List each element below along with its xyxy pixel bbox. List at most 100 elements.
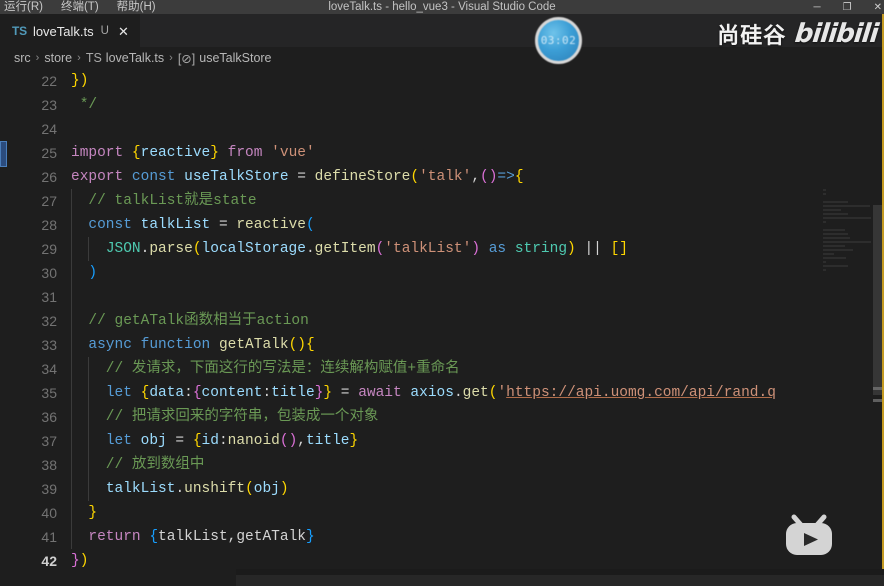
code-token: ' xyxy=(497,385,507,401)
breadcrumb-item-file[interactable]: loveTalk.ts xyxy=(106,51,164,65)
code-text: return {talkList,getATalk} xyxy=(71,525,314,549)
code-token: const xyxy=(88,217,141,233)
code-token: content xyxy=(201,385,263,401)
code-token: title xyxy=(305,433,350,449)
line-number: 24 xyxy=(41,121,57,137)
code-token: axios xyxy=(410,385,454,401)
code-token: { xyxy=(192,385,202,401)
code-line[interactable]: 34 // 发请求，下面这行的写法是：连续解构赋值+重命名 xyxy=(11,357,884,381)
minimap-line xyxy=(823,233,849,235)
code-text: let obj = {id:nanoid(),title} xyxy=(71,429,358,453)
code-token: await xyxy=(358,385,411,401)
minimap[interactable] xyxy=(821,69,873,569)
code-editor[interactable]: 22}) 23 */ 24 25 import {reactive} from 'vue… xyxy=(0,69,884,569)
code-line[interactable]: 26 export const useTalkStore = defineStor… xyxy=(11,165,884,189)
code-line[interactable]: 24 xyxy=(11,117,884,141)
code-token: async function xyxy=(88,337,219,353)
code-line[interactable]: 40 } xyxy=(11,501,884,525)
code-token: } xyxy=(71,553,80,569)
line-number: 32 xyxy=(41,313,57,329)
close-window-icon[interactable]: ✕ xyxy=(874,1,882,14)
code-text: ) xyxy=(71,261,97,285)
code-line[interactable]: 30 ) xyxy=(11,261,884,285)
close-icon[interactable]: ✕ xyxy=(118,25,129,38)
minimap-line xyxy=(823,209,841,211)
code-token: ) xyxy=(79,553,89,569)
code-text: // talkList就是state xyxy=(71,189,257,213)
code-line[interactable]: 23 */ xyxy=(11,93,884,117)
code-line[interactable]: 41 return {talkList,getATalk} xyxy=(11,525,884,549)
code-token: nanoid xyxy=(227,433,280,449)
code-line[interactable]: 29 JSON.parse(localStorage.getItem('talk… xyxy=(11,237,884,261)
line-number: 34 xyxy=(41,361,57,377)
window-title: loveTalk.ts - hello_vue3 - Visual Studio… xyxy=(328,1,556,13)
code-token: { xyxy=(149,529,159,545)
code-token: } xyxy=(323,385,333,401)
code-line[interactable]: 35 let {data:{content:title}} = await ax… xyxy=(11,381,884,405)
code-token: ( xyxy=(410,169,420,185)
code-token: { xyxy=(131,145,141,161)
code-token: export xyxy=(71,169,132,185)
minimap-line xyxy=(823,269,826,271)
code-token: 'vue' xyxy=(271,145,315,161)
code-token: } xyxy=(88,505,98,521)
line-number: 40 xyxy=(41,505,57,521)
code-token: . xyxy=(175,481,185,497)
code-token: getATalk xyxy=(218,337,289,353)
line-number: 35 xyxy=(41,385,57,401)
chevron-right-icon: › xyxy=(35,52,40,64)
code-line[interactable]: 33 async function getATalk(){ xyxy=(11,333,884,357)
minimize-icon[interactable]: ─ xyxy=(814,1,821,14)
code-token: import xyxy=(71,145,132,161)
code-line[interactable]: 37 let obj = {id:nanoid(),title} xyxy=(11,429,884,453)
window-title-bar: 运行(R) 终端(T) 帮助(H) loveTalk.ts - hello_vu… xyxy=(0,0,884,14)
code-token: getATalk xyxy=(236,529,306,545)
code-token: { xyxy=(192,433,202,449)
line-number: 26 xyxy=(41,169,57,185)
maximize-icon[interactable]: ❐ xyxy=(843,1,852,14)
window-controls[interactable]: ─ ❐ ✕ xyxy=(814,1,882,14)
indent-guide xyxy=(71,285,72,309)
symbol-constant-icon: [⊘] xyxy=(177,51,196,66)
code-line[interactable]: 39 talkList.unshift(obj) xyxy=(11,477,884,501)
code-line[interactable]: 38 // 放到数组中 xyxy=(11,453,884,477)
code-token: ) xyxy=(567,241,576,257)
breadcrumb-item-src[interactable]: src xyxy=(14,51,31,65)
code-token: get xyxy=(462,385,489,401)
code-token: . xyxy=(453,385,463,401)
code-line[interactable]: 31 xyxy=(11,285,884,309)
code-line[interactable]: 32 // getATalk函数相当于action xyxy=(11,309,884,333)
breadcrumb-item-symbol[interactable]: useTalkStore xyxy=(199,51,271,65)
chevron-right-icon: › xyxy=(77,52,81,64)
code-line[interactable]: 36 // 把请求回来的字符串，包装成一个对象 xyxy=(11,405,884,429)
breadcrumb-item-store[interactable]: store xyxy=(44,51,72,65)
breadcrumb[interactable]: src › store › TS loveTalk.ts › [⊘] useTa… xyxy=(0,47,884,69)
minimap-line xyxy=(823,193,826,195)
code-line[interactable]: 22}) xyxy=(11,69,884,93)
code-line[interactable]: 27 // talkList就是state xyxy=(11,189,884,213)
code-lines-container[interactable]: 22}) 23 */ 24 25 import {reactive} from 'vue… xyxy=(11,69,884,569)
typescript-file-icon: TS xyxy=(85,51,102,65)
bottom-right-pane xyxy=(236,575,884,586)
overview-ruler-marker[interactable] xyxy=(0,141,7,167)
minimap-line xyxy=(823,253,834,255)
code-line[interactable]: 28 const talkList = reactive( xyxy=(11,213,884,237)
minimap-line xyxy=(823,245,845,247)
code-token: ) xyxy=(88,265,98,281)
minimap-line xyxy=(823,189,826,191)
minimap-line xyxy=(823,249,853,251)
code-text: import {reactive} from 'vue' xyxy=(71,141,315,165)
code-token: . xyxy=(305,241,315,257)
code-token: useTalkStore xyxy=(184,169,289,185)
code-line[interactable]: 25 import {reactive} from 'vue' xyxy=(11,141,884,165)
code-token: as xyxy=(480,241,515,257)
code-token: // getATalk函数相当于action xyxy=(71,313,309,329)
line-number: 39 xyxy=(41,481,57,497)
code-line[interactable]: 42}) xyxy=(11,549,884,569)
code-token: // talkList就是state xyxy=(71,193,257,209)
line-number: 28 xyxy=(41,217,57,233)
code-token: ( xyxy=(192,241,202,257)
tab-loveTalk-ts[interactable]: TS loveTalk.ts U ✕ xyxy=(0,14,140,47)
code-text: // getATalk函数相当于action xyxy=(71,309,309,333)
